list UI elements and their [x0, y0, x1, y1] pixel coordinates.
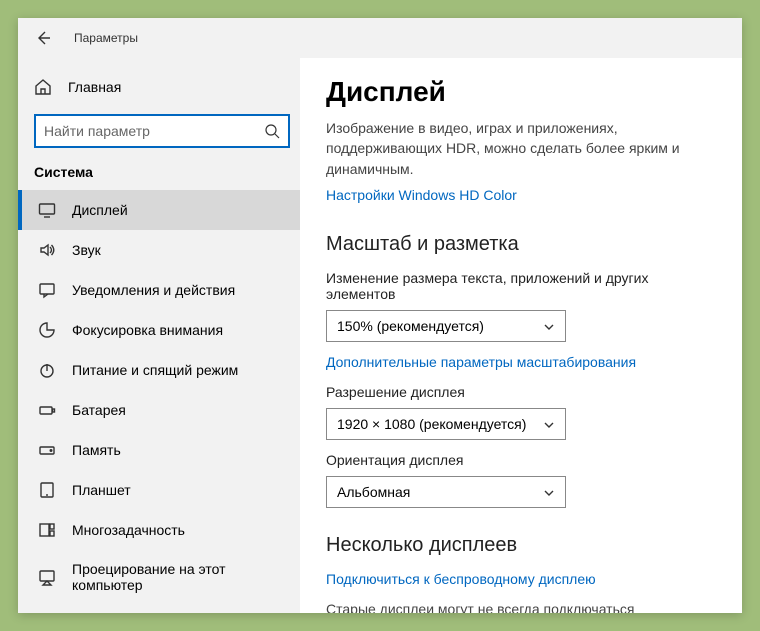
sidebar-item-power[interactable]: Питание и спящий режим	[18, 350, 300, 390]
sidebar-item-storage[interactable]: Память	[18, 430, 300, 470]
focus-icon	[38, 321, 56, 339]
power-icon	[38, 361, 56, 379]
sidebar-item-display[interactable]: Дисплей	[18, 190, 300, 230]
sidebar-home-label: Главная	[68, 79, 121, 95]
storage-icon	[38, 441, 56, 459]
settings-window: Параметры Главная Система	[18, 18, 742, 613]
sidebar-item-tablet[interactable]: Планшет	[18, 470, 300, 510]
battery-icon	[38, 401, 56, 419]
sidebar: Главная Система Дисплей Звук	[18, 58, 300, 613]
search-input[interactable]	[44, 123, 264, 139]
sidebar-item-sound[interactable]: Звук	[18, 230, 300, 270]
scale-heading: Масштаб и разметка	[326, 233, 716, 256]
sidebar-item-label: Память	[72, 442, 121, 458]
chevron-down-icon	[543, 320, 555, 332]
resolution-select[interactable]: 1920 × 1080 (рекомендуется)	[326, 408, 566, 440]
hd-color-link[interactable]: Настройки Windows HD Color	[326, 187, 517, 203]
sidebar-item-label: Уведомления и действия	[72, 282, 235, 298]
arrow-left-icon	[35, 30, 51, 46]
wireless-display-link[interactable]: Подключиться к беспроводному дисплею	[326, 571, 596, 587]
sidebar-item-label: Дисплей	[72, 202, 128, 218]
sidebar-item-notifications[interactable]: Уведомления и действия	[18, 270, 300, 310]
content-area: Главная Система Дисплей Звук	[18, 58, 742, 613]
scale-select[interactable]: 150% (рекомендуется)	[326, 310, 566, 342]
sidebar-item-label: Звук	[72, 242, 101, 258]
orientation-label: Ориентация дисплея	[326, 452, 716, 468]
sidebar-home[interactable]: Главная	[18, 70, 300, 104]
orientation-select[interactable]: Альбомная	[326, 476, 566, 508]
orientation-select-value: Альбомная	[337, 484, 410, 500]
page-title: Дисплей	[326, 76, 716, 108]
resolution-label: Разрешение дисплея	[326, 384, 716, 400]
sidebar-section-title: Система	[18, 160, 300, 190]
sidebar-item-multitask[interactable]: Многозадачность	[18, 510, 300, 550]
sidebar-item-label: Фокусировка внимания	[72, 322, 223, 338]
titlebar-title: Параметры	[74, 31, 138, 45]
projecting-icon	[38, 568, 56, 586]
search-wrap	[18, 104, 300, 160]
search-box[interactable]	[34, 114, 290, 148]
sidebar-item-label: Батарея	[72, 402, 126, 418]
advanced-scaling-link[interactable]: Дополнительные параметры масштабирования	[326, 354, 636, 370]
chevron-down-icon	[543, 486, 555, 498]
multi-display-heading: Несколько дисплеев	[326, 534, 716, 557]
sidebar-item-label: Проецирование на этот компьютер	[72, 561, 284, 593]
sidebar-item-label: Многозадачность	[72, 522, 185, 538]
main-panel: Дисплей Изображение в видео, играх и при…	[300, 58, 742, 613]
search-icon	[264, 123, 280, 139]
titlebar: Параметры	[18, 18, 742, 58]
tablet-icon	[38, 481, 56, 499]
notifications-icon	[38, 281, 56, 299]
nav-list: Дисплей Звук Уведомления и действия Фоку…	[18, 190, 300, 613]
scale-select-value: 150% (рекомендуется)	[337, 318, 484, 334]
sound-icon	[38, 241, 56, 259]
multi-display-description: Старые дисплеи могут не всегда подключат…	[326, 599, 716, 613]
sidebar-item-label: Питание и спящий режим	[72, 362, 238, 378]
sidebar-item-focus[interactable]: Фокусировка внимания	[18, 310, 300, 350]
hdr-description: Изображение в видео, играх и приложениях…	[326, 118, 716, 179]
sidebar-item-label: Планшет	[72, 482, 131, 498]
home-icon	[34, 78, 52, 96]
multitask-icon	[38, 521, 56, 539]
resolution-select-value: 1920 × 1080 (рекомендуется)	[337, 416, 526, 432]
scale-label: Изменение размера текста, приложений и д…	[326, 270, 716, 302]
back-button[interactable]	[32, 27, 54, 49]
sidebar-item-battery[interactable]: Батарея	[18, 390, 300, 430]
sidebar-item-projecting[interactable]: Проецирование на этот компьютер	[18, 550, 300, 604]
chevron-down-icon	[543, 418, 555, 430]
display-icon	[38, 201, 56, 219]
